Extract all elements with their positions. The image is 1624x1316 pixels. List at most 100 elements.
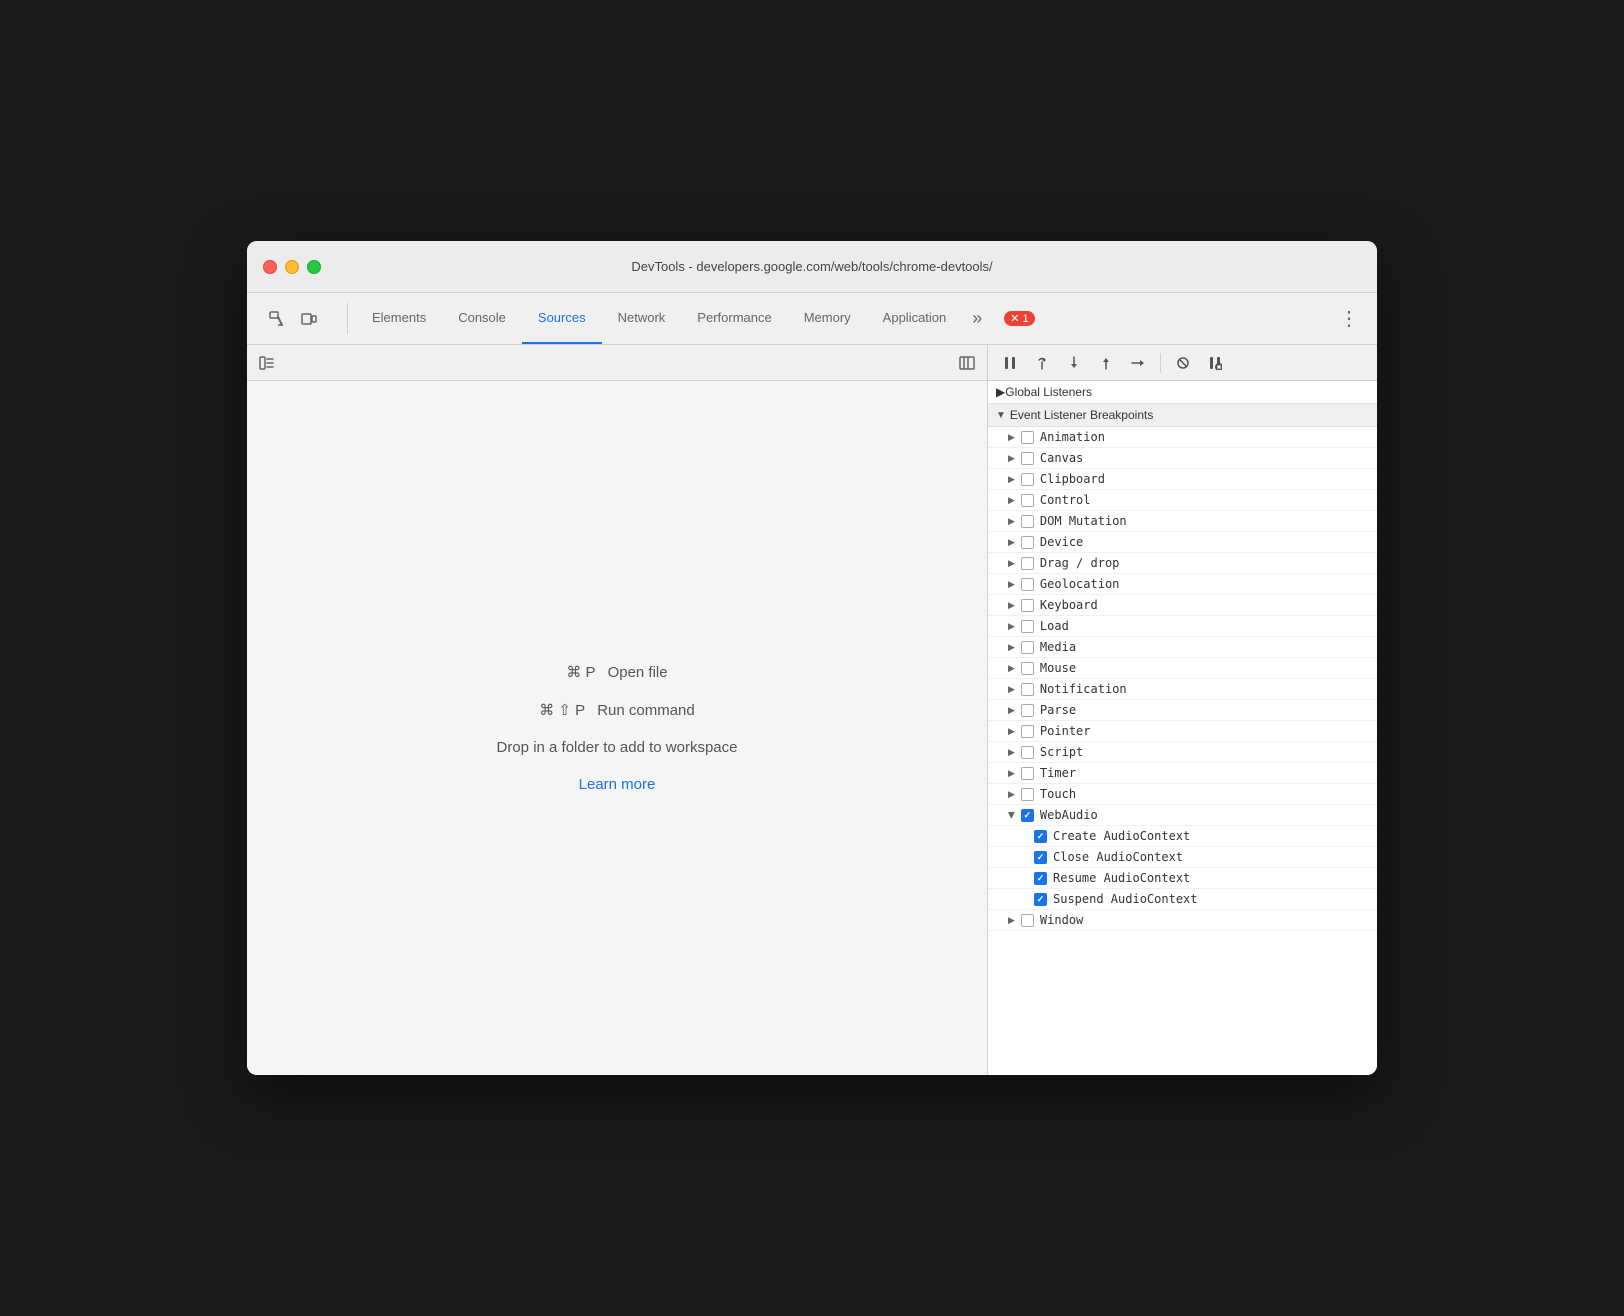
- bp-canvas-arrow[interactable]: ▶: [1008, 453, 1015, 464]
- bp-timer[interactable]: ▶ Timer: [988, 763, 1377, 784]
- event-listener-breakpoints-header[interactable]: ▼ Event Listener Breakpoints: [988, 404, 1377, 427]
- bp-geolocation-checkbox[interactable]: [1021, 578, 1034, 591]
- bp-keyboard[interactable]: ▶ Keyboard: [988, 595, 1377, 616]
- bp-resume-audio[interactable]: Resume AudioContext: [988, 868, 1377, 889]
- bp-notification[interactable]: ▶ Notification: [988, 679, 1377, 700]
- open-file-key: ⌘ P: [566, 663, 595, 681]
- bp-mouse-checkbox[interactable]: [1021, 662, 1034, 675]
- bp-mouse[interactable]: ▶ Mouse: [988, 658, 1377, 679]
- bp-dom-mutation-checkbox[interactable]: [1021, 515, 1034, 528]
- bp-resume-audio-label: Resume AudioContext: [1053, 871, 1190, 885]
- bp-parse-checkbox[interactable]: [1021, 704, 1034, 717]
- bp-suspend-audio[interactable]: Suspend AudioContext: [988, 889, 1377, 910]
- bp-geolocation[interactable]: ▶ Geolocation: [988, 574, 1377, 595]
- bp-window-checkbox[interactable]: [1021, 914, 1034, 927]
- bp-canvas-label: Canvas: [1040, 451, 1083, 465]
- bp-control[interactable]: ▶ Control: [988, 490, 1377, 511]
- bp-keyboard-arrow[interactable]: ▶: [1008, 600, 1015, 611]
- bp-media-checkbox[interactable]: [1021, 641, 1034, 654]
- bp-control-arrow[interactable]: ▶: [1008, 495, 1015, 506]
- pause-resume-button[interactable]: [996, 349, 1024, 377]
- bp-script[interactable]: ▶ Script: [988, 742, 1377, 763]
- step-over-button[interactable]: [1028, 349, 1056, 377]
- minimize-button[interactable]: [285, 260, 299, 274]
- step-into-button[interactable]: [1060, 349, 1088, 377]
- bp-window-arrow[interactable]: ▶: [1008, 915, 1015, 926]
- bp-load-arrow[interactable]: ▶: [1008, 621, 1015, 632]
- global-listeners-header[interactable]: ▶ Global Listeners: [988, 381, 1377, 404]
- bp-parse-label: Parse: [1040, 703, 1076, 717]
- bp-animation-checkbox[interactable]: [1021, 431, 1034, 444]
- bp-drag-drop-arrow[interactable]: ▶: [1008, 558, 1015, 569]
- bp-pointer-arrow[interactable]: ▶: [1008, 726, 1015, 737]
- devtools-menu-button[interactable]: ⋮: [1329, 293, 1369, 344]
- bp-animation-arrow[interactable]: ▶: [1008, 432, 1015, 443]
- bp-media[interactable]: ▶ Media: [988, 637, 1377, 658]
- bp-webaudio-checkbox[interactable]: [1021, 809, 1034, 822]
- bp-drag-drop-label: Drag / drop: [1040, 556, 1119, 570]
- bp-window[interactable]: ▶ Window: [988, 910, 1377, 931]
- tab-application[interactable]: Application: [867, 293, 963, 344]
- bp-load[interactable]: ▶ Load: [988, 616, 1377, 637]
- inspect-element-button[interactable]: [263, 305, 291, 333]
- bp-resume-audio-checkbox[interactable]: [1034, 872, 1047, 885]
- bp-touch-arrow[interactable]: ▶: [1008, 789, 1015, 800]
- bp-device-checkbox[interactable]: [1021, 536, 1034, 549]
- bp-pointer[interactable]: ▶ Pointer: [988, 721, 1377, 742]
- bp-close-audio-checkbox[interactable]: [1034, 851, 1047, 864]
- step-out-button[interactable]: [1092, 349, 1120, 377]
- bp-device-arrow[interactable]: ▶: [1008, 537, 1015, 548]
- bp-animation[interactable]: ▶ Animation: [988, 427, 1377, 448]
- learn-more-link[interactable]: Learn more: [579, 776, 656, 793]
- bp-webaudio[interactable]: ▶ WebAudio: [988, 805, 1377, 826]
- tab-performance[interactable]: Performance: [681, 293, 787, 344]
- bp-webaudio-arrow[interactable]: ▶: [1006, 812, 1017, 819]
- bp-mouse-arrow[interactable]: ▶: [1008, 663, 1015, 674]
- bp-control-checkbox[interactable]: [1021, 494, 1034, 507]
- bp-suspend-audio-checkbox[interactable]: [1034, 893, 1047, 906]
- close-button[interactable]: [263, 260, 277, 274]
- maximize-button[interactable]: [307, 260, 321, 274]
- bp-keyboard-checkbox[interactable]: [1021, 599, 1034, 612]
- bp-create-audio[interactable]: Create AudioContext: [988, 826, 1377, 847]
- tab-console[interactable]: Console: [442, 293, 522, 344]
- bp-geolocation-arrow[interactable]: ▶: [1008, 579, 1015, 590]
- bp-pointer-checkbox[interactable]: [1021, 725, 1034, 738]
- show-editor-button[interactable]: [955, 351, 979, 375]
- bp-dom-mutation[interactable]: ▶ DOM Mutation: [988, 511, 1377, 532]
- more-tabs-button[interactable]: »: [962, 293, 992, 344]
- show-navigator-button[interactable]: [255, 351, 279, 375]
- bp-drag-drop-checkbox[interactable]: [1021, 557, 1034, 570]
- bp-device[interactable]: ▶ Device: [988, 532, 1377, 553]
- tab-elements[interactable]: Elements: [356, 293, 442, 344]
- tab-memory[interactable]: Memory: [788, 293, 867, 344]
- bp-timer-checkbox[interactable]: [1021, 767, 1034, 780]
- bp-close-audio[interactable]: Close AudioContext: [988, 847, 1377, 868]
- bp-parse[interactable]: ▶ Parse: [988, 700, 1377, 721]
- bp-load-checkbox[interactable]: [1021, 620, 1034, 633]
- bp-parse-arrow[interactable]: ▶: [1008, 705, 1015, 716]
- bp-script-arrow[interactable]: ▶: [1008, 747, 1015, 758]
- bp-touch-checkbox[interactable]: [1021, 788, 1034, 801]
- bp-create-audio-checkbox[interactable]: [1034, 830, 1047, 843]
- pause-on-exceptions-button[interactable]: [1201, 349, 1229, 377]
- bp-clipboard[interactable]: ▶ Clipboard: [988, 469, 1377, 490]
- bp-clipboard-arrow[interactable]: ▶: [1008, 474, 1015, 485]
- error-badge[interactable]: ✕ 1: [1004, 311, 1034, 326]
- step-button[interactable]: [1124, 349, 1152, 377]
- bp-media-arrow[interactable]: ▶: [1008, 642, 1015, 653]
- tab-sources[interactable]: Sources: [522, 293, 602, 344]
- bp-notification-arrow[interactable]: ▶: [1008, 684, 1015, 695]
- bp-script-checkbox[interactable]: [1021, 746, 1034, 759]
- bp-drag-drop[interactable]: ▶ Drag / drop: [988, 553, 1377, 574]
- bp-dom-mutation-arrow[interactable]: ▶: [1008, 516, 1015, 527]
- device-toolbar-button[interactable]: [295, 305, 323, 333]
- bp-canvas[interactable]: ▶ Canvas: [988, 448, 1377, 469]
- tab-network[interactable]: Network: [602, 293, 682, 344]
- bp-canvas-checkbox[interactable]: [1021, 452, 1034, 465]
- bp-clipboard-checkbox[interactable]: [1021, 473, 1034, 486]
- bp-timer-arrow[interactable]: ▶: [1008, 768, 1015, 779]
- bp-notification-checkbox[interactable]: [1021, 683, 1034, 696]
- bp-touch[interactable]: ▶ Touch: [988, 784, 1377, 805]
- deactivate-breakpoints-button[interactable]: [1169, 349, 1197, 377]
